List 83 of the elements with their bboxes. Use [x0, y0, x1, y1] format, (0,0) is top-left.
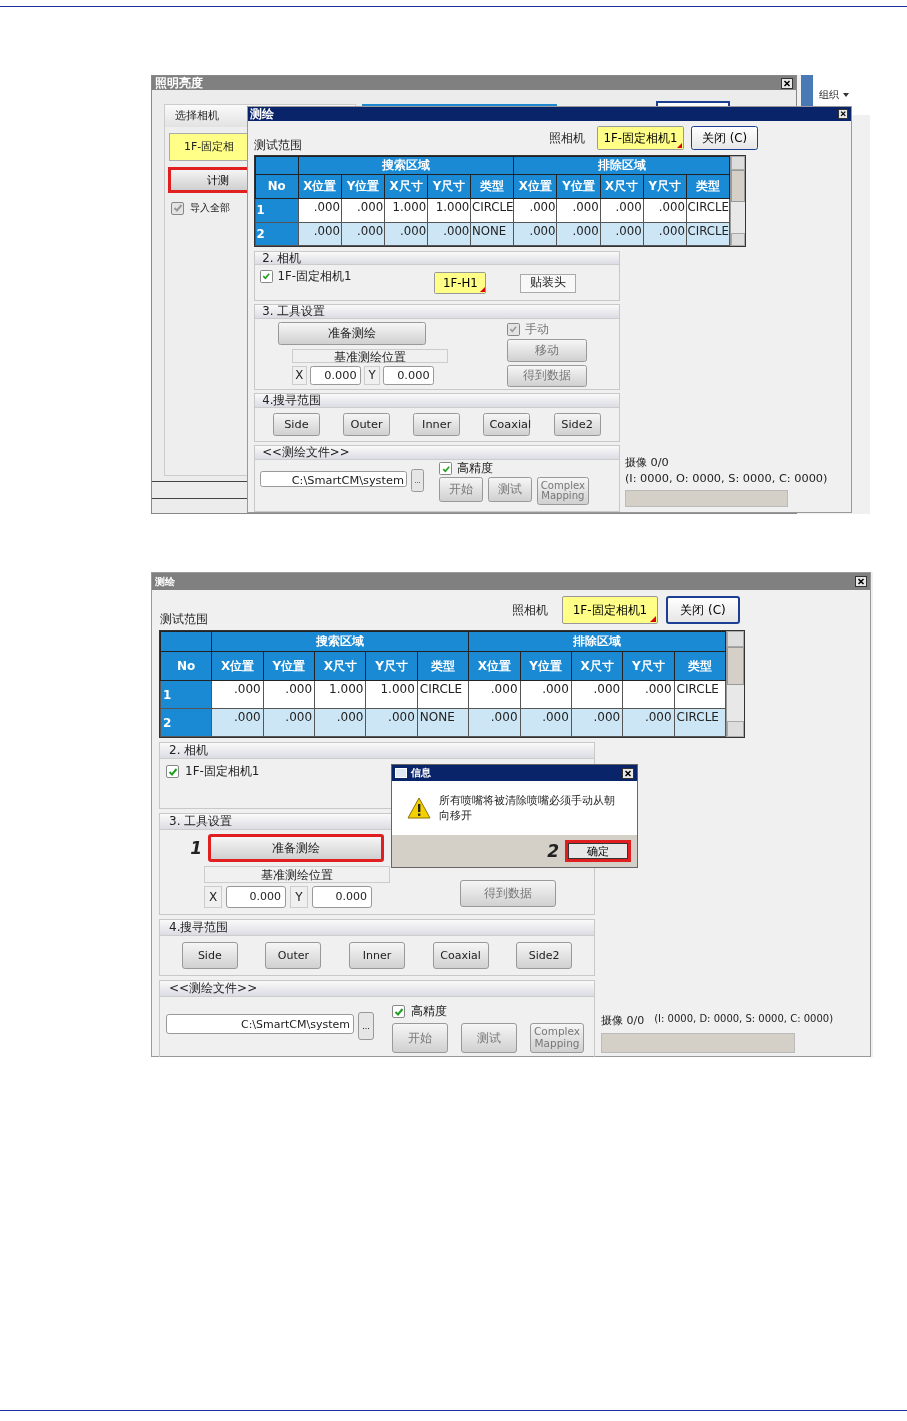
- section-title: <<测绘文件>>: [160, 981, 594, 996]
- section-title: 2. 相机: [254, 251, 619, 265]
- range-button[interactable]: Coaxial: [483, 412, 531, 436]
- head-select[interactable]: 1F-H1: [434, 272, 487, 294]
- column-header: No: [255, 174, 299, 199]
- camera-label: 照相机: [549, 130, 586, 146]
- checkbox-label: 导入全部: [190, 201, 230, 215]
- prepare-button[interactable]: 准备测绘: [278, 321, 426, 346]
- range-button[interactable]: Outer: [343, 412, 391, 436]
- counts-text: (I: 0000, O: 0000, S: 0000, C: 0000): [624, 471, 829, 486]
- head-type-field: 贴装头: [520, 273, 576, 293]
- range-button[interactable]: Outer: [265, 942, 322, 969]
- path-field[interactable]: C:\SmartCM\system: [166, 1014, 354, 1034]
- counts-text: (I: 0000, D: 0000, S: 0000, C: 0000): [654, 1013, 834, 1026]
- range-button[interactable]: Side: [272, 412, 320, 436]
- range-label: 测试范围: [254, 138, 304, 154]
- checkbox-label: 1F-固定相机1: [185, 763, 260, 780]
- step-number: 2: [546, 841, 559, 861]
- capture-label: 摄像 0/0: [601, 1013, 645, 1028]
- column-header: No: [160, 651, 212, 681]
- close-button[interactable]: 关闭 (C): [690, 126, 759, 150]
- checkbox-label: 高精度: [457, 461, 494, 477]
- checkbox[interactable]: [439, 462, 453, 476]
- ok-button[interactable]: 确定: [565, 840, 631, 862]
- range-label: 测试范围: [160, 610, 209, 628]
- camera-select[interactable]: 1F-固定相机1: [562, 596, 658, 624]
- prepare-button[interactable]: 准备测绘: [208, 834, 384, 862]
- camera-select[interactable]: 1F-固定相机1: [596, 126, 685, 150]
- group-header: 排除区域: [468, 631, 726, 652]
- checkbox-label: 手动: [524, 321, 549, 337]
- camera-label: 照相机: [512, 601, 548, 619]
- range-button[interactable]: Inner: [413, 412, 461, 436]
- caret-icon: [843, 93, 849, 97]
- section-title: 4.搜寻范围: [254, 394, 619, 407]
- checkbox[interactable]: [166, 765, 179, 778]
- checkbox[interactable]: [392, 1005, 405, 1018]
- range-button[interactable]: Side: [181, 942, 238, 969]
- browse-button[interactable]: ...: [410, 468, 425, 493]
- capture-label: 摄像 0/0: [624, 454, 670, 470]
- range-button[interactable]: Coaxial: [432, 942, 489, 969]
- range-button[interactable]: Side2: [516, 942, 573, 969]
- window-icon: [395, 768, 407, 778]
- y-field[interactable]: 0.000: [312, 886, 372, 908]
- checkbox[interactable]: [259, 269, 273, 283]
- range-button[interactable]: Side2: [553, 412, 601, 436]
- x-field[interactable]: 0.000: [310, 365, 362, 385]
- close-icon[interactable]: [837, 109, 849, 119]
- step-number: 1: [189, 838, 202, 858]
- close-button[interactable]: 关闭 (C): [666, 596, 740, 624]
- organize-menu[interactable]: 组织: [819, 88, 839, 102]
- window-title: 信息: [411, 766, 431, 780]
- range-button[interactable]: Inner: [349, 942, 405, 969]
- close-icon[interactable]: [781, 77, 793, 89]
- axis-label: X: [291, 365, 307, 385]
- group-header: 搜索区域: [298, 156, 514, 175]
- section-title: <<测绘文件>>: [254, 446, 619, 459]
- row-number: 1: [160, 680, 212, 709]
- close-icon[interactable]: [855, 576, 867, 587]
- section-title: 2. 相机: [160, 743, 594, 758]
- checkbox-label: 高精度: [411, 1003, 447, 1020]
- axis-label: Y: [364, 365, 380, 385]
- x-field[interactable]: 0.000: [226, 886, 286, 908]
- checkbox-label: 1F-固定相机1: [277, 268, 352, 284]
- browse-button[interactable]: ...: [358, 1012, 374, 1040]
- path-field[interactable]: C:\SmartCM\system: [259, 470, 408, 488]
- group-header: 排除区域: [513, 156, 730, 175]
- section-title: 3. 工具设置: [254, 304, 619, 318]
- axis-label: X: [204, 886, 222, 908]
- reference-label: 基准测绘位置: [204, 866, 390, 883]
- window-title: 照明亮度: [155, 75, 203, 92]
- row-number: 2: [255, 222, 299, 246]
- scrollbar[interactable]: [726, 631, 744, 737]
- warning-icon: [407, 797, 431, 819]
- group-header: 搜索区域: [211, 631, 469, 652]
- window-title: 测绘: [250, 106, 275, 122]
- section-title: 4.搜寻范围: [160, 920, 594, 935]
- reference-label: 基准测绘位置: [291, 348, 449, 364]
- close-icon[interactable]: [622, 767, 634, 779]
- window-title: 测绘: [155, 574, 175, 589]
- row-number: 1: [255, 198, 299, 223]
- axis-label: Y: [290, 886, 308, 908]
- row-number: 2: [160, 708, 212, 737]
- y-field[interactable]: 0.000: [383, 365, 434, 385]
